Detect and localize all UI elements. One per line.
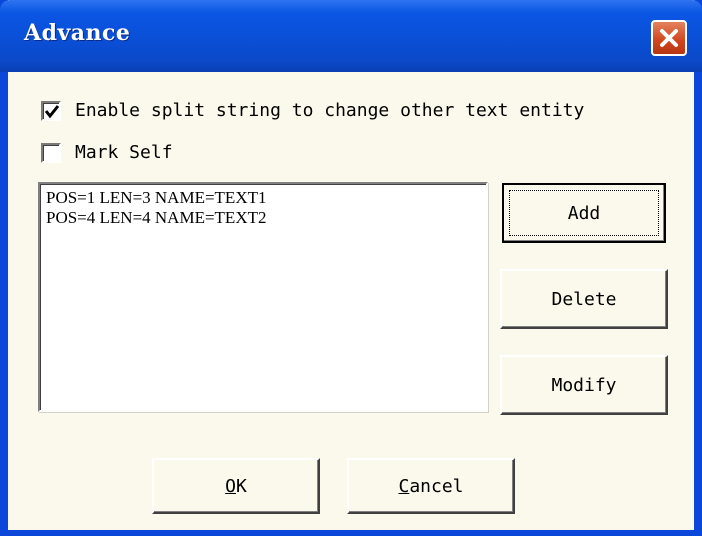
focus-rect	[509, 190, 659, 236]
enable-split-checkbox-row[interactable]: Enable split string to change other text…	[41, 100, 584, 121]
close-icon	[660, 29, 678, 47]
close-button[interactable]	[651, 20, 687, 56]
delete-button[interactable]: Delete	[500, 269, 668, 329]
split-list[interactable]: POS=1 LEN=3 NAME=TEXT1 POS=4 LEN=4 NAME=…	[38, 182, 488, 412]
cancel-button[interactable]: Cancel	[347, 458, 515, 514]
mark-self-label: Mark Self	[75, 142, 173, 163]
list-item[interactable]: POS=1 LEN=3 NAME=TEXT1	[46, 188, 480, 208]
title-bar[interactable]: Advance	[0, 0, 702, 72]
checkmark-icon	[44, 104, 60, 118]
window-title: Advance	[24, 20, 131, 46]
add-button[interactable]: Add	[502, 183, 666, 243]
cancel-button-label: Cancel	[398, 475, 464, 497]
modify-button-label: Modify	[551, 374, 617, 396]
mark-self-checkbox[interactable]	[41, 142, 61, 163]
ok-button[interactable]: OK	[152, 458, 320, 514]
enable-split-checkbox[interactable]	[41, 100, 61, 121]
dialog-body: Enable split string to change other text…	[8, 72, 694, 530]
mark-self-checkbox-row[interactable]: Mark Self	[41, 142, 173, 163]
enable-split-label: Enable split string to change other text…	[75, 100, 585, 121]
list-item[interactable]: POS=4 LEN=4 NAME=TEXT2	[46, 208, 480, 228]
modify-button[interactable]: Modify	[500, 355, 668, 415]
delete-button-label: Delete	[551, 288, 617, 310]
ok-button-label: OK	[225, 475, 247, 497]
